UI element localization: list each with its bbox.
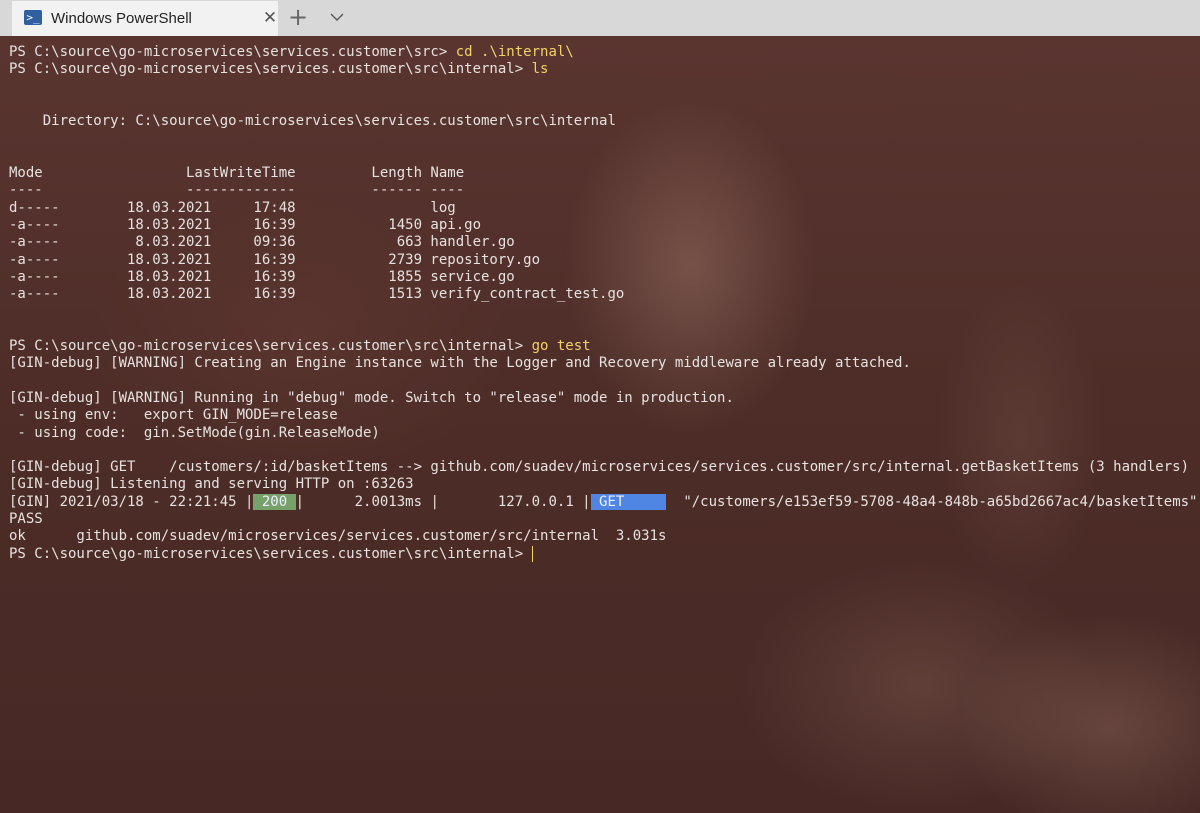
status-code-badge: 200: [253, 493, 296, 510]
new-tab-plus-icon[interactable]: +: [288, 4, 308, 30]
terminal-content[interactable]: PS C:\source\go-microservices\services.c…: [0, 36, 1200, 813]
prompt-line: PS C:\source\go-microservices\services.c…: [9, 44, 1199, 61]
prompt-text: PS C:\source\go-microservices\services.c…: [9, 338, 532, 355]
http-method-badge: GET: [590, 493, 667, 510]
test-ok-line: ok github.com/suadev/microservices/servi…: [9, 528, 667, 545]
listing-row: -a---- 18.03.2021 16:39 1450 api.go: [9, 216, 482, 233]
prompt-text: PS C:\source\go-microservices\services.c…: [9, 545, 532, 562]
gin-env-line: - using env: export GIN_MODE=release: [9, 407, 338, 424]
listing-row: -a---- 18.03.2021 16:39 2739 repository.…: [9, 251, 541, 268]
prompt-text: PS C:\source\go-microservices\services.c…: [9, 61, 532, 78]
log-middle: | 2.0013ms | 127.0.0.1 |: [295, 493, 591, 510]
listing-row: -a---- 18.03.2021 16:39 1855 service.go: [9, 268, 515, 285]
test-pass-line: PASS: [9, 511, 43, 528]
listing-row: -a---- 18.03.2021 16:39 1513 verify_cont…: [9, 286, 625, 303]
log-path: "/customers/e153ef59-5708-48a4-848b-a65b…: [666, 493, 1198, 510]
gin-route-line: [GIN-debug] GET /customers/:id/basketIte…: [9, 459, 1190, 476]
gin-request-log-line: [GIN] 2021/03/18 - 22:21:45 | 200 | 2.00…: [9, 493, 1199, 511]
gin-code-line: - using code: gin.SetMode(gin.ReleaseMod…: [9, 424, 380, 441]
prompt-line: PS C:\source\go-microservices\services.c…: [9, 61, 1199, 78]
gin-listen-line: [GIN-debug] Listening and serving HTTP o…: [9, 476, 414, 493]
text-cursor: [531, 545, 533, 562]
directory-line: Directory: C:\source\go-microservices\se…: [9, 113, 616, 130]
tab-windows-powershell[interactable]: >_ Windows PowerShell ✕: [12, 1, 278, 36]
prompt-line: PS C:\source\go-microservices\services.c…: [9, 338, 1199, 355]
listing-header-underline: ---- ------------- ------ ----: [9, 182, 465, 199]
command-text: cd .\internal\: [455, 44, 574, 60]
terminal-window: >_ Windows PowerShell ✕ + PS C:\source\g…: [0, 0, 1200, 813]
tab-title: Windows PowerShell: [51, 10, 192, 27]
listing-header: Mode LastWriteTime Length Name: [9, 165, 465, 182]
prompt-text: PS C:\source\go-microservices\services.c…: [9, 44, 456, 60]
tab-bar: >_ Windows PowerShell ✕ +: [0, 0, 1200, 36]
listing-row: -a---- 8.03.2021 09:36 663 handler.go: [9, 234, 515, 251]
terminal-output: PS C:\source\go-microservices\services.c…: [9, 44, 1199, 563]
listing-row: d----- 18.03.2021 17:48 log: [9, 199, 456, 216]
close-icon[interactable]: ✕: [262, 8, 278, 28]
log-prefix: [GIN] 2021/03/18 - 22:21:45 |: [9, 493, 254, 510]
command-text: go test: [531, 338, 591, 355]
chevron-down-icon[interactable]: [329, 9, 345, 25]
gin-warning-line: [GIN-debug] [WARNING] Creating an Engine…: [9, 355, 911, 372]
prompt-line: PS C:\source\go-microservices\services.c…: [9, 545, 1199, 563]
command-text: ls: [531, 61, 549, 78]
powershell-icon: >_: [24, 10, 42, 25]
gin-warning-line: [GIN-debug] [WARNING] Running in "debug"…: [9, 389, 734, 406]
